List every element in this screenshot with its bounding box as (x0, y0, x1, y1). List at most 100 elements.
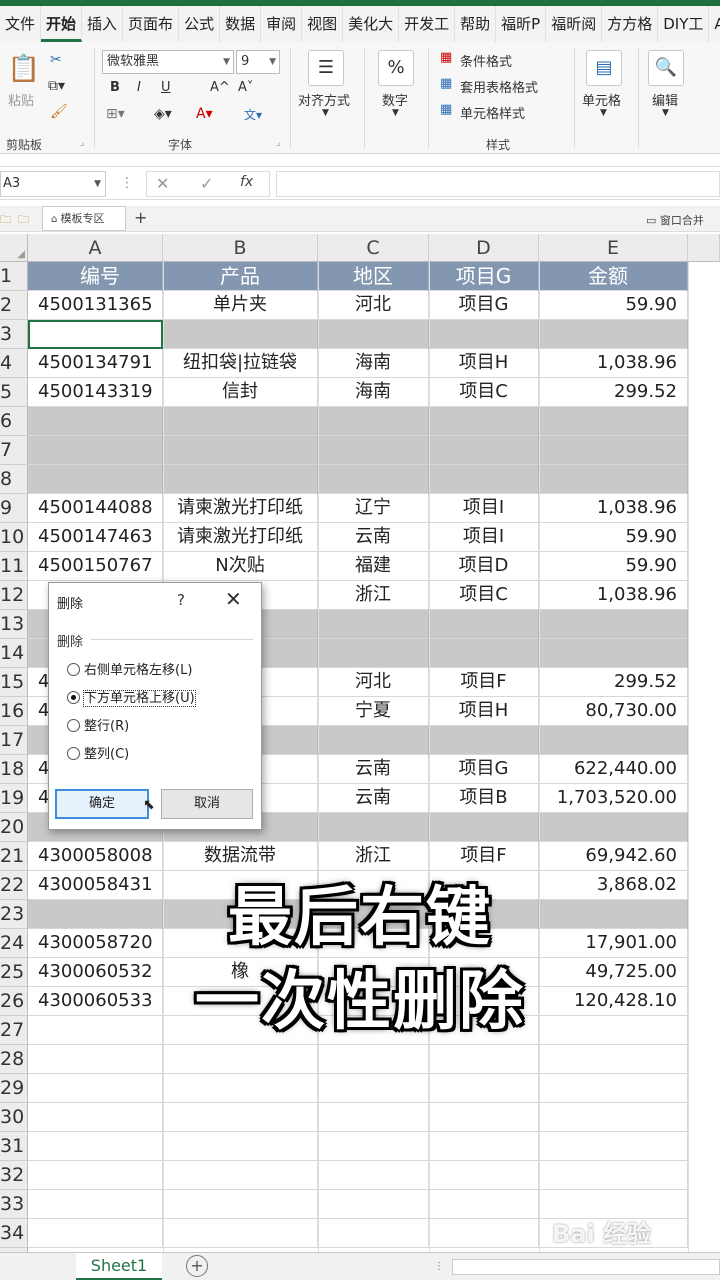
cell[interactable]: 浙江 (318, 581, 429, 610)
cancel-button[interactable]: 取消 (161, 789, 253, 819)
cell[interactable] (28, 407, 163, 436)
cell[interactable] (318, 1132, 429, 1161)
cell[interactable] (318, 610, 429, 639)
cell[interactable] (318, 407, 429, 436)
row-header[interactable]: 2 (0, 291, 28, 320)
cell[interactable]: 项目D (429, 552, 539, 581)
sheet-tab[interactable]: Sheet1 (76, 1253, 162, 1280)
cell[interactable] (429, 1045, 539, 1074)
cut-icon[interactable]: ✂ (50, 52, 62, 68)
cell[interactable]: 59.90 (539, 523, 688, 552)
align-icon[interactable]: ☰ (308, 50, 344, 86)
cell[interactable] (28, 1190, 163, 1219)
row-header[interactable]: 1 (0, 262, 28, 291)
function-icon[interactable]: fx (240, 174, 253, 190)
select-all-corner[interactable]: ◢ (0, 234, 28, 262)
horizontal-scrollbar[interactable] (452, 1259, 720, 1275)
radio-icon[interactable] (67, 747, 80, 760)
cell[interactable] (539, 1103, 688, 1132)
tab-6[interactable]: 审阅 (261, 6, 303, 42)
clipboard-launcher-icon[interactable]: ⌟ (80, 138, 84, 148)
row-header[interactable]: 14 (0, 639, 28, 668)
enter-icon[interactable]: ✓ (200, 174, 213, 193)
cell[interactable]: 4500144088 (28, 494, 163, 523)
cell[interactable] (163, 407, 318, 436)
cells-icon[interactable]: ▤ (586, 50, 622, 86)
cell[interactable] (28, 320, 163, 349)
cell[interactable] (28, 1219, 163, 1248)
merge-window-button[interactable]: ▭ 窗口合并 (646, 212, 704, 228)
cell[interactable] (28, 1161, 163, 1190)
italic-button[interactable]: I (137, 80, 141, 95)
cell[interactable]: 地区 (318, 262, 429, 291)
cell[interactable] (429, 1190, 539, 1219)
cell[interactable] (539, 407, 688, 436)
cell[interactable]: 辽宁 (318, 494, 429, 523)
cancel-icon[interactable]: ✕ (156, 174, 169, 193)
cell[interactable]: 河北 (318, 668, 429, 697)
delete-option-1[interactable]: 下方单元格上移(U) (67, 687, 196, 707)
cell[interactable]: 编号 (28, 262, 163, 291)
cell[interactable]: 海南 (318, 349, 429, 378)
row-header[interactable]: 33 (0, 1190, 28, 1219)
tab-13[interactable]: 方方格 (602, 6, 659, 42)
conditional-format-button[interactable]: 条件格式 (460, 51, 512, 70)
tab-15[interactable]: ACRO (709, 6, 720, 42)
cell[interactable]: 4500150767 (28, 552, 163, 581)
row-header[interactable]: 29 (0, 1074, 28, 1103)
cell[interactable]: 4500147463 (28, 523, 163, 552)
cell[interactable] (318, 1190, 429, 1219)
cell[interactable] (163, 1132, 318, 1161)
cell[interactable] (163, 1045, 318, 1074)
cell[interactable] (318, 436, 429, 465)
cell-style-button[interactable]: 单元格样式 (460, 103, 525, 122)
cell[interactable]: 项目I (429, 523, 539, 552)
cell[interactable] (539, 813, 688, 842)
tab-11[interactable]: 福昕P (496, 6, 547, 42)
cell[interactable] (163, 1103, 318, 1132)
row-header[interactable]: 6 (0, 407, 28, 436)
font-launcher-icon[interactable]: ⌟ (276, 138, 280, 148)
formula-input[interactable] (276, 171, 720, 197)
tab-12[interactable]: 福昕阅 (546, 6, 603, 42)
cell[interactable] (28, 1074, 163, 1103)
number-button[interactable]: 数字 (382, 90, 408, 109)
cell[interactable]: 299.52 (539, 668, 688, 697)
cell[interactable] (539, 465, 688, 494)
tab-7[interactable]: 视图 (302, 6, 344, 42)
cell[interactable] (318, 1045, 429, 1074)
percent-icon[interactable]: % (378, 50, 414, 86)
tab-1[interactable]: 开始 (41, 6, 83, 42)
underline-button[interactable]: U (161, 80, 171, 95)
cell[interactable] (318, 320, 429, 349)
help-icon[interactable]: ? (177, 591, 185, 609)
cell[interactable]: 项目G (429, 262, 539, 291)
row-header[interactable]: 16 (0, 697, 28, 726)
row-header[interactable]: 34 (0, 1219, 28, 1248)
cell[interactable] (429, 610, 539, 639)
font-color-icon[interactable]: A▾ (196, 106, 213, 122)
cell[interactable]: 1,038.96 (539, 494, 688, 523)
cell[interactable]: 云南 (318, 523, 429, 552)
cell[interactable]: 项目G (429, 291, 539, 320)
row-header[interactable]: 32 (0, 1161, 28, 1190)
cell[interactable] (318, 813, 429, 842)
cell[interactable]: 1,703,520.00 (539, 784, 688, 813)
cell[interactable]: 项目H (429, 349, 539, 378)
row-header[interactable]: 13 (0, 610, 28, 639)
cell[interactable] (429, 1103, 539, 1132)
column-header-e[interactable]: E (539, 234, 688, 262)
cell[interactable] (539, 320, 688, 349)
tab-5[interactable]: 数据 (220, 6, 262, 42)
cell[interactable] (318, 465, 429, 494)
tab-0[interactable]: 文件 (0, 6, 42, 42)
cells-button[interactable]: 单元格 (582, 90, 621, 109)
add-tab-icon[interactable]: + (134, 208, 147, 227)
cell[interactable] (429, 1132, 539, 1161)
fill-color-icon[interactable]: ◈▾ (154, 106, 172, 122)
column-header-f[interactable] (688, 234, 720, 262)
cell[interactable] (318, 1074, 429, 1103)
cell[interactable]: 金额 (539, 262, 688, 291)
cell[interactable] (163, 1074, 318, 1103)
row-header[interactable]: 4 (0, 349, 28, 378)
